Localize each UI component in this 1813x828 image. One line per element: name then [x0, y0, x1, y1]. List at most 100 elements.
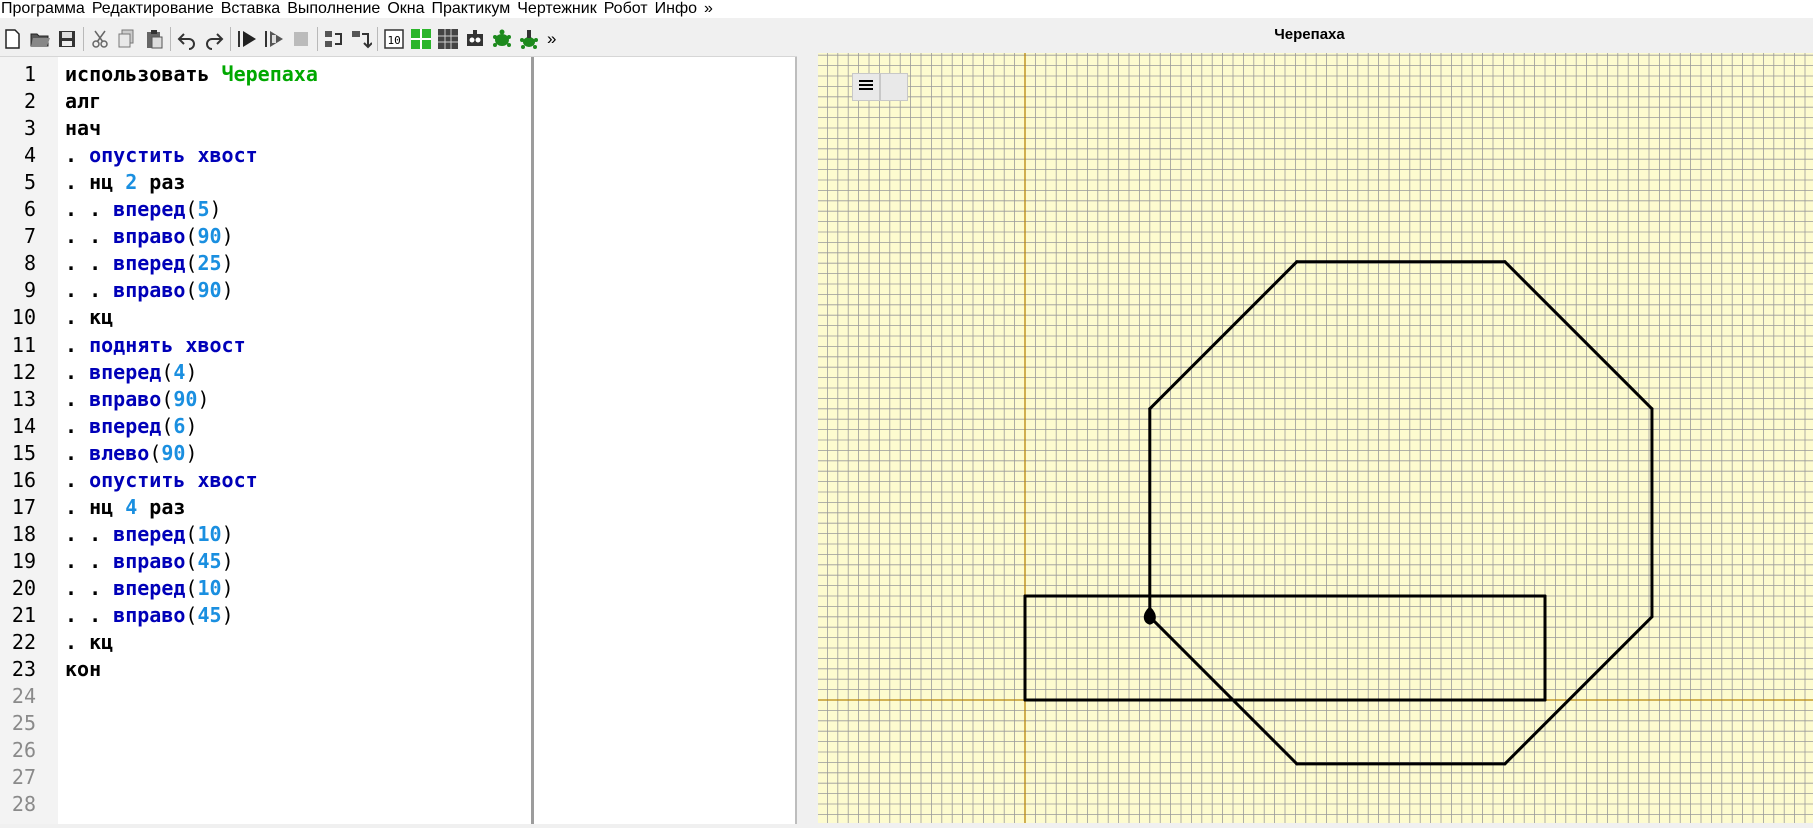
code-line[interactable]: кон	[65, 657, 101, 681]
line-number: 1	[23, 62, 36, 86]
save-button[interactable]	[56, 27, 78, 51]
menu-item-2[interactable]: Вставка	[221, 0, 287, 18]
code-token: 90	[197, 224, 222, 249]
code-token: 10	[197, 575, 222, 600]
menu-item-9[interactable]: »	[704, 0, 720, 18]
code-line[interactable]: . . вправо(90)	[65, 278, 234, 302]
code-token: (	[185, 197, 198, 222]
code-token: опустить хвост	[89, 143, 258, 168]
copy-button[interactable]	[116, 27, 138, 51]
code-line[interactable]: . . вправо(90)	[65, 224, 234, 248]
menu-item-7[interactable]: Робот	[604, 0, 655, 18]
turtle-panel-title: Черепаха	[1274, 26, 1345, 43]
line-number: 24	[11, 684, 36, 709]
code-line[interactable]: . нц 4 раз	[65, 495, 185, 519]
code-line[interactable]: . опустить хвост	[65, 143, 258, 167]
cut-icon	[89, 28, 111, 50]
code-token: . .	[65, 278, 114, 303]
turtle-canvas[interactable]	[818, 53, 1813, 823]
paste-button[interactable]	[143, 27, 165, 51]
menu-item-1[interactable]: Редактирование	[92, 0, 221, 18]
code-token: (	[185, 278, 198, 303]
menu-item-3[interactable]: Выполнение	[287, 0, 387, 18]
line-number: 22	[11, 630, 36, 655]
code-token: 25	[197, 251, 222, 276]
code-line[interactable]: . поднять хвост	[65, 333, 246, 357]
code-token: )	[221, 521, 234, 546]
code-line[interactable]: . влево(90)	[65, 441, 198, 465]
code-token: 45	[197, 548, 222, 573]
code-line[interactable]: использовать Черепаха	[65, 62, 318, 86]
code-editor[interactable]: 1 2 3 4 5 6 7 8 9 10 11 12 13 14 15 16 17 18 19 20 21 22 23 24 2…	[0, 56, 797, 824]
run-button[interactable]	[236, 27, 258, 51]
line-number: 15	[11, 440, 36, 465]
code-line[interactable]: . вправо(90)	[65, 387, 210, 411]
open-folder-button[interactable]	[29, 27, 51, 51]
code-token: 90	[197, 278, 222, 303]
new-file-button[interactable]	[2, 27, 24, 51]
menu-item-8[interactable]: Инфо	[655, 0, 704, 18]
step-over-button[interactable]	[323, 27, 345, 51]
turtle-button[interactable]	[491, 27, 513, 51]
line-number: 25	[11, 711, 36, 736]
code-line[interactable]: . . вправо(45)	[65, 603, 234, 627]
code-line[interactable]: . . вправо(45)	[65, 549, 234, 573]
code-token: 90	[173, 386, 198, 411]
code-token: 5	[197, 197, 210, 222]
code-token: .	[65, 332, 90, 357]
code-token: .	[65, 359, 90, 384]
line-number: 19	[11, 548, 36, 573]
redo-button[interactable]	[203, 27, 225, 51]
line-number: 5	[23, 170, 36, 195]
turtle-plant-button[interactable]	[518, 27, 540, 51]
counter-button[interactable]: 10	[383, 27, 405, 51]
canvas-extra-button[interactable]	[880, 73, 908, 101]
grid-dark-button[interactable]	[437, 27, 459, 51]
code-line[interactable]: . . вперед(25)	[65, 251, 234, 275]
line-number: 2	[23, 89, 36, 114]
code-token: алг	[65, 89, 102, 114]
copy-icon	[116, 28, 138, 50]
editor-splitter[interactable]	[531, 57, 534, 824]
turtle-panel: Черепаха	[806, 20, 1813, 823]
code-token: опустить хвост	[89, 467, 258, 492]
code-token: . кц	[65, 630, 114, 655]
undo-button[interactable]	[176, 27, 198, 51]
code-line[interactable]: . опустить хвост	[65, 468, 258, 492]
cut-button[interactable]	[89, 27, 111, 51]
code-token: .	[65, 467, 90, 492]
code-token: (	[185, 548, 198, 573]
line-number: 9	[23, 278, 36, 303]
code-line[interactable]: . . вперед(10)	[65, 522, 234, 546]
open-folder-icon	[29, 28, 51, 50]
code-line[interactable]: . вперед(6)	[65, 414, 197, 438]
code-line[interactable]: . нц 2 раз	[65, 170, 185, 194]
toolbar-more-button[interactable]: »	[547, 29, 556, 49]
canvas-menu-button[interactable]	[852, 73, 880, 101]
code-line[interactable]: . кц	[65, 305, 113, 329]
step-into-button[interactable]	[350, 27, 372, 51]
code-line[interactable]: . . вперед(5)	[65, 197, 222, 221]
code-token: . .	[65, 548, 114, 573]
code-token: . .	[65, 197, 114, 222]
menu-item-5[interactable]: Практикум	[432, 0, 518, 18]
code-line[interactable]: нач	[65, 116, 101, 140]
code-line[interactable]: . кц	[65, 630, 113, 654]
grid-green-button[interactable]	[410, 27, 432, 51]
menu-item-4[interactable]: Окна	[387, 0, 431, 18]
code-token: . .	[65, 224, 114, 249]
menu-item-6[interactable]: Чертежник	[517, 0, 603, 18]
code-line[interactable]: . . вперед(10)	[65, 576, 234, 600]
code-token: поднять хвост	[89, 332, 246, 357]
undo-icon	[176, 28, 198, 50]
code-line[interactable]: алг	[65, 89, 101, 113]
step-run-button[interactable]	[263, 27, 285, 51]
menu-item-0[interactable]: Программа	[0, 0, 92, 18]
code-token: вперед	[113, 251, 186, 276]
code-token: вправо	[113, 278, 186, 303]
turtle-drawing[interactable]	[818, 53, 1813, 823]
robot-button[interactable]	[464, 27, 486, 51]
stop-button[interactable]	[290, 27, 312, 51]
line-number: 26	[11, 738, 36, 763]
code-line[interactable]: . вперед(4)	[65, 360, 197, 384]
